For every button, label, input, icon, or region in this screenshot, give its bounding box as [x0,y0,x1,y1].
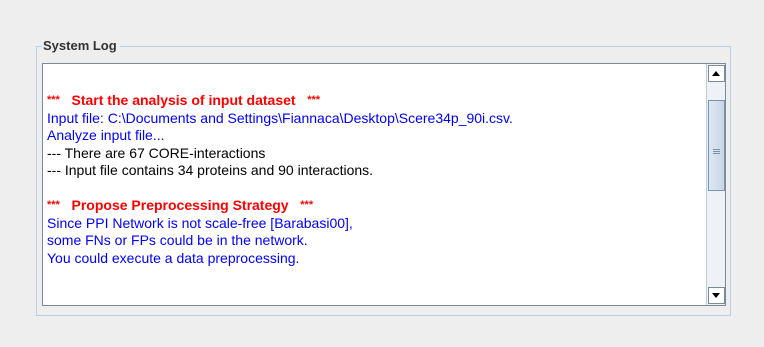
log-heading: *** Propose Preprocessing Strategy *** [47,197,701,215]
scroll-up-button[interactable] [708,65,725,82]
scroll-down-button[interactable] [708,287,725,304]
log-heading-prefix: *** [47,94,60,106]
grip-icon [713,149,720,155]
log-heading-prefix: *** [47,199,60,211]
log-heading-suffix: *** [300,199,314,211]
log-line: some FNs or FPs could be in the network. [47,232,308,248]
log-line: Input file: C:\Documents and Settings\Fi… [47,109,513,126]
log-line: Analyze input file... [47,127,165,143]
scrollbar-thumb[interactable] [708,100,725,191]
arrow-down-icon [712,293,720,298]
arrow-up-icon [712,71,720,76]
log-line: --- Input file contains 34 proteins and … [47,162,374,178]
log-line: You could execute a data preprocessing. [47,249,300,266]
vertical-scrollbar[interactable] [706,64,725,305]
log-content: *** Start the analysis of input dataset … [47,92,701,267]
panel-title: System Log [42,38,120,54]
log-line: Since PPI Network is not scale-free [Bar… [47,214,353,231]
log-heading-text: Propose Preprocessing Strategy [71,197,289,213]
log-blank-line [47,180,701,198]
log-line: --- There are 67 CORE-interactions [47,144,266,161]
log-heading-suffix: *** [307,94,321,106]
log-text-area[interactable]: *** Start the analysis of input dataset … [42,63,726,306]
log-heading: *** Start the analysis of input dataset … [47,92,701,110]
log-heading-text: Start the analysis of input dataset [71,92,296,108]
